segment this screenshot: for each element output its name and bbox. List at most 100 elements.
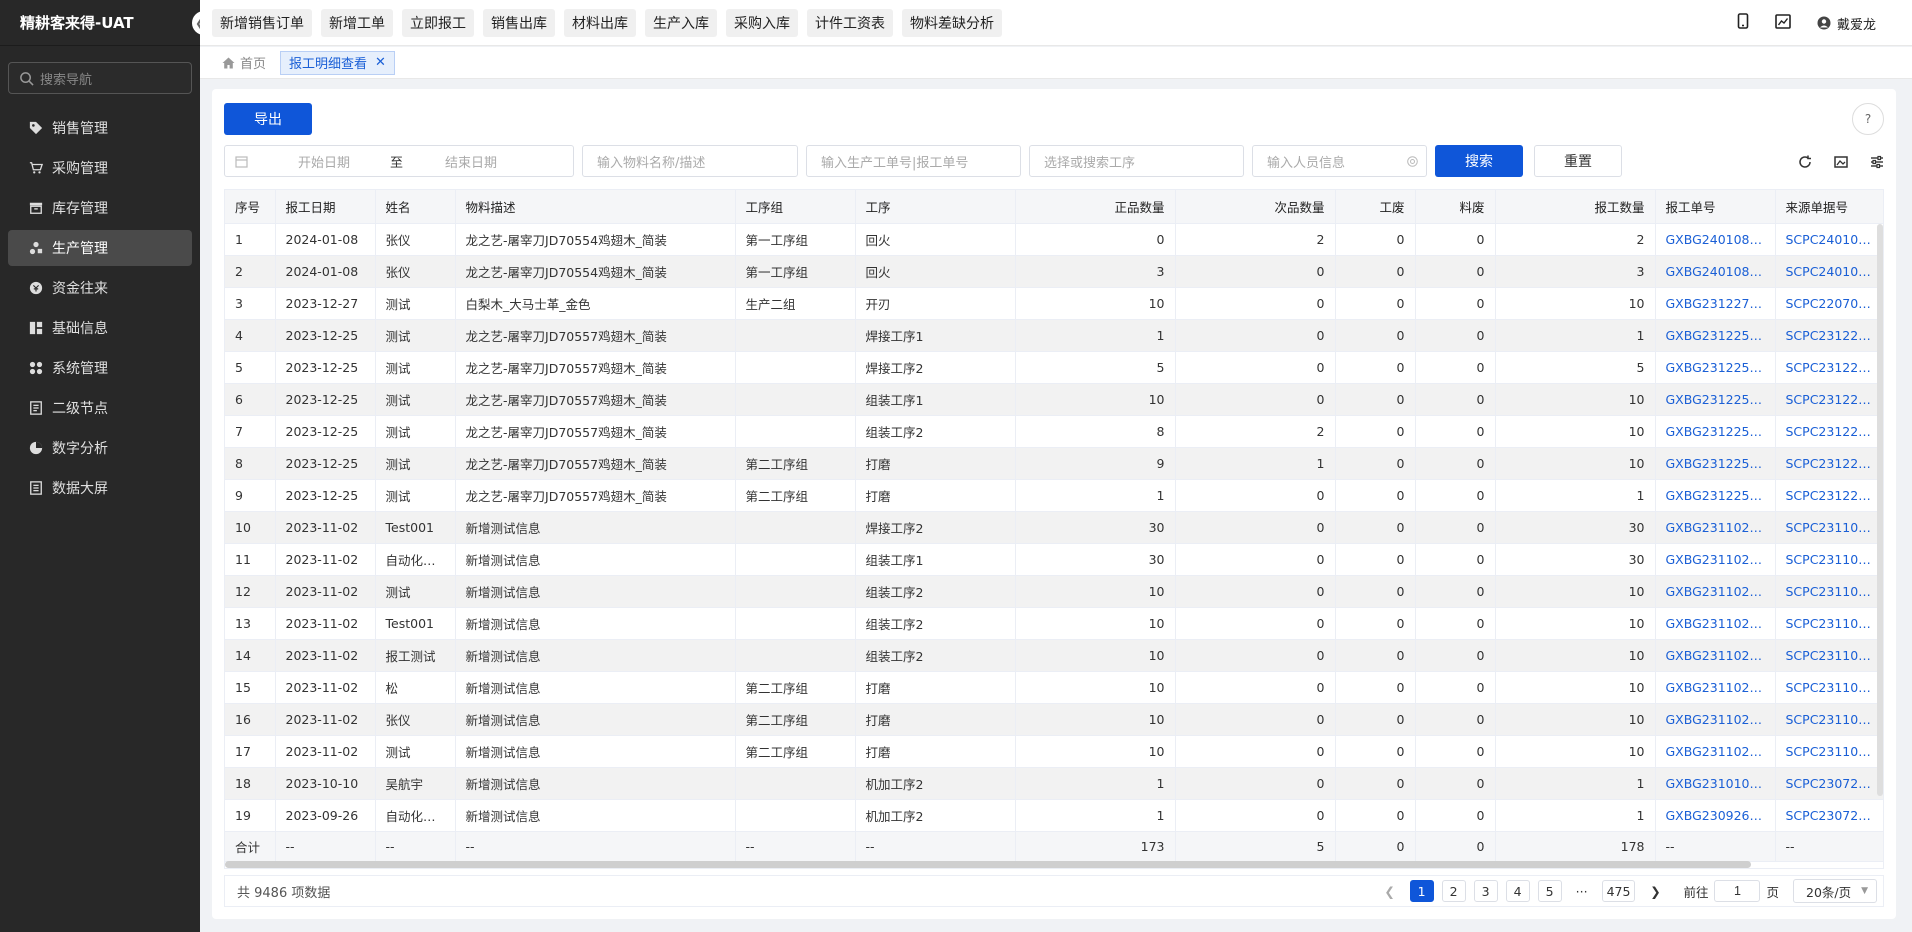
- sidebar-item-5[interactable]: 资金往来: [8, 270, 192, 306]
- person-search-input[interactable]: 输入人员信息: [1252, 145, 1427, 177]
- quick-action-button[interactable]: 新增销售订单: [212, 8, 312, 37]
- table-cell[interactable]: SCPC231102001: [1775, 735, 1883, 768]
- search-button[interactable]: 搜索: [1435, 145, 1523, 177]
- table-row[interactable]: 6 2023-12-25 测试 龙之艺-屠宰刀JD70557鸡翅木_简装 组装工序1 10…: [225, 383, 1883, 416]
- table-cell[interactable]: SCPC231102001: [1775, 575, 1883, 608]
- table-cell[interactable]: SCPC231225002: [1775, 351, 1883, 384]
- column-header[interactable]: 报工日期: [275, 190, 376, 224]
- horizontal-scrollbar[interactable]: [225, 861, 1751, 868]
- reset-button[interactable]: 重置: [1534, 145, 1622, 177]
- table-cell[interactable]: GXBG231102005: [1655, 639, 1776, 672]
- user-menu[interactable]: 戴爱龙: [1817, 14, 1876, 33]
- start-date-input[interactable]: 开始日期: [298, 152, 390, 171]
- table-cell[interactable]: GXBG231102003: [1655, 671, 1776, 704]
- help-icon[interactable]: ?: [1852, 103, 1884, 135]
- sidebar-item-8[interactable]: 二级节点: [8, 390, 192, 426]
- sidebar-item-2[interactable]: 采购管理: [8, 150, 192, 186]
- goto-page-input[interactable]: [1714, 880, 1761, 902]
- table-cell[interactable]: SCPC231102001: [1775, 511, 1883, 544]
- date-range-picker[interactable]: 开始日期 至 结束日期: [224, 145, 574, 177]
- vertical-scrollbar[interactable]: [1877, 224, 1883, 796]
- table-cell[interactable]: GXBG231010001: [1655, 767, 1776, 800]
- table-cell[interactable]: SCPC231225002: [1775, 447, 1883, 480]
- prev-page-button[interactable]: ❮: [1378, 880, 1402, 902]
- table-cell[interactable]: SCPC240108003: [1775, 223, 1883, 256]
- column-header[interactable]: 来源单据号: [1775, 190, 1883, 224]
- close-icon[interactable]: ✕: [375, 55, 386, 70]
- nav-search-input[interactable]: 搜索导航: [8, 62, 192, 94]
- material-search-input[interactable]: 输入物料名称/描述: [582, 145, 798, 177]
- process-select[interactable]: 选择或搜索工序: [1029, 145, 1244, 177]
- table-cell[interactable]: GXBG231225002: [1655, 447, 1776, 480]
- column-header[interactable]: 正品数量: [1015, 190, 1176, 224]
- column-header[interactable]: 物料描述: [455, 190, 736, 224]
- column-settings-icon[interactable]: [1870, 155, 1884, 169]
- screen-icon[interactable]: [1775, 13, 1791, 33]
- table-cell[interactable]: GXBG240108001: [1655, 255, 1776, 288]
- end-date-input[interactable]: 结束日期: [445, 152, 497, 171]
- table-cell[interactable]: GXBG231102002: [1655, 703, 1776, 736]
- table-cell[interactable]: SCPC231102001: [1775, 703, 1883, 736]
- table-row[interactable]: 3 2023-12-27 测试 白梨木_大马士革_金色 生产二组 开刃 10 0 0 0 10 GXB…: [225, 287, 1883, 320]
- column-header[interactable]: 姓名: [375, 190, 456, 224]
- table-cell[interactable]: SCPC240108003: [1775, 255, 1883, 288]
- table-cell[interactable]: GXBG231225001: [1655, 479, 1776, 512]
- table-cell[interactable]: SCPC231102001: [1775, 639, 1883, 672]
- table-cell[interactable]: SCPC231225002: [1775, 383, 1883, 416]
- table-cell[interactable]: GXBG231102007: [1655, 511, 1776, 544]
- table-row[interactable]: 18 2023-10-10 吴航宇 新增测试信息 机加工序2 1 0 0 0 1 GXBG23101…: [225, 767, 1883, 800]
- table-cell[interactable]: SCPC231102001: [1775, 543, 1883, 576]
- table-cell[interactable]: GXBG230926001: [1655, 799, 1776, 832]
- table-row[interactable]: 17 2023-11-02 测试 新增测试信息 第二工序组 打磨 10 0 0 0 10 GXBG23…: [225, 735, 1883, 768]
- quick-action-button[interactable]: 采购入库: [726, 8, 798, 37]
- column-header[interactable]: 报工单号: [1655, 190, 1776, 224]
- table-row[interactable]: 12 2023-11-02 测试 新增测试信息 组装工序2 10 0 0 0 10 GXBG2311…: [225, 575, 1883, 608]
- table-row[interactable]: 5 2023-12-25 测试 龙之艺-屠宰刀JD70557鸡翅木_简装 焊接工序2 5 0…: [225, 351, 1883, 384]
- sidebar-item-10[interactable]: 数据大屏: [8, 470, 192, 506]
- table-cell[interactable]: GXBG231102001: [1655, 735, 1776, 768]
- clear-search-icon[interactable]: [1407, 155, 1418, 167]
- column-header[interactable]: 序号: [225, 190, 276, 224]
- table-cell[interactable]: GXBG231225003: [1655, 415, 1776, 448]
- table-row[interactable]: 16 2023-11-02 张仪 新增测试信息 第二工序组 打磨 10 0 0 0 10 GXBG23…: [225, 703, 1883, 736]
- table-cell[interactable]: SCPC231102001: [1775, 607, 1883, 640]
- last-page-button[interactable]: 475: [1601, 880, 1636, 902]
- next-page-button[interactable]: ❯: [1643, 880, 1667, 902]
- sidebar-item-4[interactable]: 生产管理: [8, 230, 192, 266]
- table-row[interactable]: 14 2023-11-02 报工测试 新增测试信息 组装工序2 10 0 0 0 10 GXBG23…: [225, 639, 1883, 672]
- page-button[interactable]: 4: [1505, 880, 1530, 902]
- table-cell[interactable]: GXBG231227001: [1655, 287, 1776, 320]
- page-button[interactable]: 5: [1537, 880, 1562, 902]
- tab-home[interactable]: 首页: [222, 53, 266, 72]
- column-header[interactable]: 料废: [1415, 190, 1496, 224]
- table-cell[interactable]: GXBG231225006: [1655, 351, 1776, 384]
- table-cell[interactable]: SCPC230724001: [1775, 767, 1883, 800]
- quick-action-button[interactable]: 计件工资表: [807, 8, 893, 37]
- table-cell[interactable]: SCPC220709001: [1775, 287, 1883, 320]
- table-cell[interactable]: GXBG240108002: [1655, 223, 1776, 256]
- column-header[interactable]: 次品数量: [1175, 190, 1336, 224]
- table-cell[interactable]: GXBG231225005: [1655, 383, 1776, 416]
- column-header[interactable]: 工序: [855, 190, 1016, 224]
- table-cell[interactable]: SCPC231225002: [1775, 415, 1883, 448]
- table-row[interactable]: 4 2023-12-25 测试 龙之艺-屠宰刀JD70557鸡翅木_简装 焊接工序1 1 0…: [225, 319, 1883, 352]
- quick-action-button[interactable]: 材料出库: [564, 8, 636, 37]
- table-row[interactable]: 13 2023-11-02 Test001 新增测试信息 组装工序2 10 0 0 0 10 GXB…: [225, 607, 1883, 640]
- table-row[interactable]: 9 2023-12-25 测试 龙之艺-屠宰刀JD70557鸡翅木_简装 第二工序组 打磨…: [225, 479, 1883, 512]
- sidebar-item-1[interactable]: 销售管理: [8, 110, 192, 146]
- table-cell[interactable]: SCPC231102001: [1775, 671, 1883, 704]
- sidebar-item-9[interactable]: 数字分析: [8, 430, 192, 466]
- quick-action-button[interactable]: 物料差缺分析: [902, 8, 1002, 37]
- mobile-icon[interactable]: [1737, 13, 1749, 33]
- sidebar-item-7[interactable]: 系统管理: [8, 350, 192, 386]
- table-cell[interactable]: SCPC230724001: [1775, 799, 1883, 832]
- refresh-icon[interactable]: [1798, 155, 1812, 169]
- table-row[interactable]: 7 2023-12-25 测试 龙之艺-屠宰刀JD70557鸡翅木_简装 组装工序2 8 2…: [225, 415, 1883, 448]
- tab-report-detail[interactable]: 报工明细查看 ✕: [280, 50, 395, 75]
- image-export-icon[interactable]: [1834, 155, 1848, 169]
- table-cell[interactable]: GXBG231102005: [1655, 575, 1776, 608]
- table-row[interactable]: 1 2024-01-08 张仪 龙之艺-屠宰刀JD70554鸡翅木_简装 第一工序组 回火…: [225, 223, 1883, 256]
- column-header[interactable]: 工废: [1335, 190, 1416, 224]
- page-ellipsis[interactable]: ···: [1570, 880, 1594, 902]
- table-row[interactable]: 19 2023-09-26 自动化测... 新增测试信息 机加工序2 1 0 0 0 1 GXBG2…: [225, 799, 1883, 832]
